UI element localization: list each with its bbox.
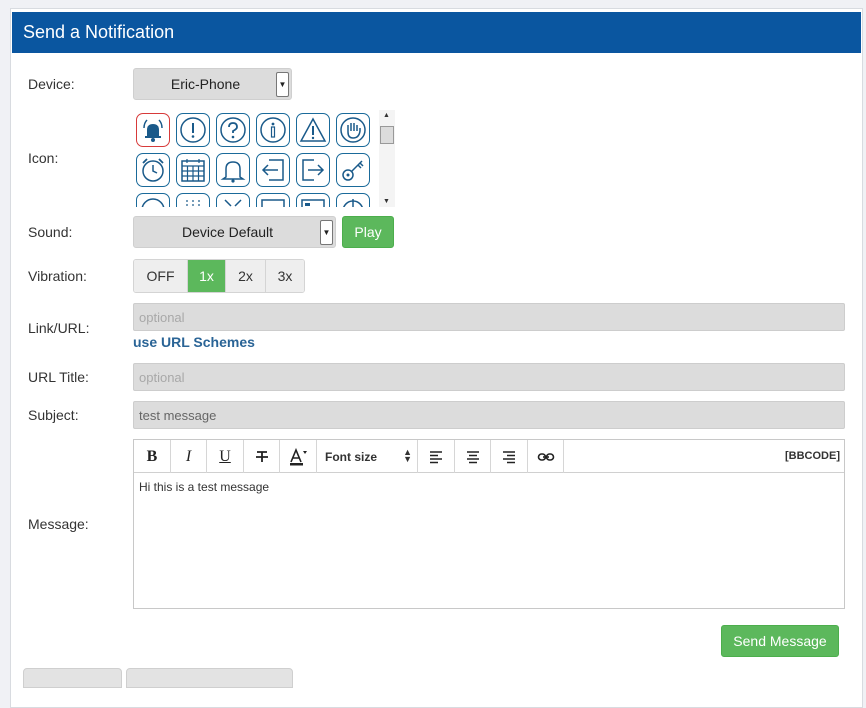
strikethrough-icon	[255, 450, 268, 462]
scroll-up-icon[interactable]: ▲	[383, 112, 390, 119]
strikethrough-button[interactable]	[244, 440, 280, 473]
bell-alert-icon[interactable]	[136, 113, 170, 147]
sound-value: Device Default	[181, 224, 274, 240]
bottom-tab-1[interactable]	[23, 668, 122, 688]
question-icon[interactable]	[216, 113, 250, 147]
align-right-icon	[503, 450, 515, 463]
bottom-tab-2[interactable]	[126, 668, 293, 688]
warning-icon[interactable]	[296, 113, 330, 147]
play-button[interactable]: Play	[342, 216, 394, 248]
align-center-button[interactable]	[455, 440, 491, 473]
info-icon[interactable]	[256, 113, 290, 147]
scrollbar-thumb[interactable]	[380, 126, 394, 144]
device-label: Device:	[28, 76, 75, 92]
sign-out-icon[interactable]	[296, 153, 330, 187]
align-right-button[interactable]	[491, 440, 528, 473]
align-left-icon	[430, 450, 442, 463]
italic-button[interactable]: I	[171, 440, 207, 473]
underline-button[interactable]: U	[207, 440, 244, 473]
message-label: Message:	[28, 516, 89, 532]
message-editor[interactable]: B I U Font size ▲ ▼ [BBCODE] Hi this is a…	[133, 439, 845, 609]
font-size-select[interactable]: Font size ▲ ▼	[317, 440, 418, 473]
vibration-toggle-group: OFF 1x 2x 3x	[133, 259, 305, 293]
icon-scrollbar[interactable]: ▲ ▼	[379, 110, 395, 207]
sound-label: Sound:	[28, 224, 73, 240]
chevron-down-icon[interactable]: ▼	[320, 220, 333, 245]
editor-toolbar: B I U Font size ▲ ▼ [BBCODE]	[134, 440, 844, 473]
key-icon[interactable]	[336, 153, 370, 187]
power-icon[interactable]	[336, 193, 370, 207]
panel-header: Send a Notification	[12, 12, 861, 53]
link-url-label: Link/URL:	[28, 320, 90, 336]
link-icon	[537, 452, 554, 461]
subject-input[interactable]: test message	[133, 401, 845, 429]
url-title-input[interactable]: optional	[133, 363, 845, 391]
updown-arrow-icon: ▲ ▼	[403, 447, 412, 464]
url-schemes-link[interactable]: use URL Schemes	[133, 334, 255, 350]
vibration-3x-button[interactable]: 3x	[266, 260, 304, 292]
bbcode-toggle[interactable]: [BBCODE]	[785, 450, 840, 462]
hand-stop-icon[interactable]	[336, 113, 370, 147]
sign-in-icon[interactable]	[256, 153, 290, 187]
font-color-icon	[290, 447, 307, 465]
exclamation-icon[interactable]	[176, 113, 210, 147]
url-title-label: URL Title:	[28, 369, 89, 385]
vibration-off-button[interactable]: OFF	[134, 260, 188, 292]
bell-icon[interactable]	[216, 153, 250, 187]
icon-label: Icon:	[28, 150, 59, 166]
alarm-clock-icon[interactable]	[136, 153, 170, 187]
grid-icon[interactable]	[176, 193, 210, 207]
scroll-down-icon[interactable]: ▼	[383, 198, 390, 205]
message-body: Hi this is a test message	[139, 480, 270, 494]
vibration-1x-button[interactable]: 1x	[188, 260, 226, 292]
vibration-2x-button[interactable]: 2x	[226, 260, 266, 292]
clock-icon[interactable]	[136, 193, 170, 207]
font-color-button[interactable]	[280, 440, 317, 473]
monitor-icon[interactable]	[256, 193, 290, 207]
sound-select[interactable]: Device Default ▼	[133, 216, 336, 248]
device-value: Eric-Phone	[170, 76, 241, 92]
align-left-button[interactable]	[418, 440, 455, 473]
subject-label: Subject:	[28, 407, 79, 423]
icon-picker[interactable]	[133, 110, 395, 207]
device-select[interactable]: Eric-Phone ▼	[133, 68, 292, 100]
vibration-label: Vibration:	[28, 268, 87, 284]
align-center-icon	[466, 450, 479, 463]
send-message-button[interactable]: Send Message	[721, 625, 839, 657]
bold-button[interactable]: B	[134, 440, 171, 473]
display-icon[interactable]	[296, 193, 330, 207]
link-url-input[interactable]: optional	[133, 303, 845, 331]
panel-title: Send a Notification	[23, 22, 175, 42]
chevron-down-icon[interactable]: ▼	[276, 72, 289, 97]
calendar-icon[interactable]	[176, 153, 210, 187]
font-size-label: Font size	[325, 450, 378, 464]
insert-link-button[interactable]	[528, 440, 564, 473]
tools-icon[interactable]	[216, 193, 250, 207]
